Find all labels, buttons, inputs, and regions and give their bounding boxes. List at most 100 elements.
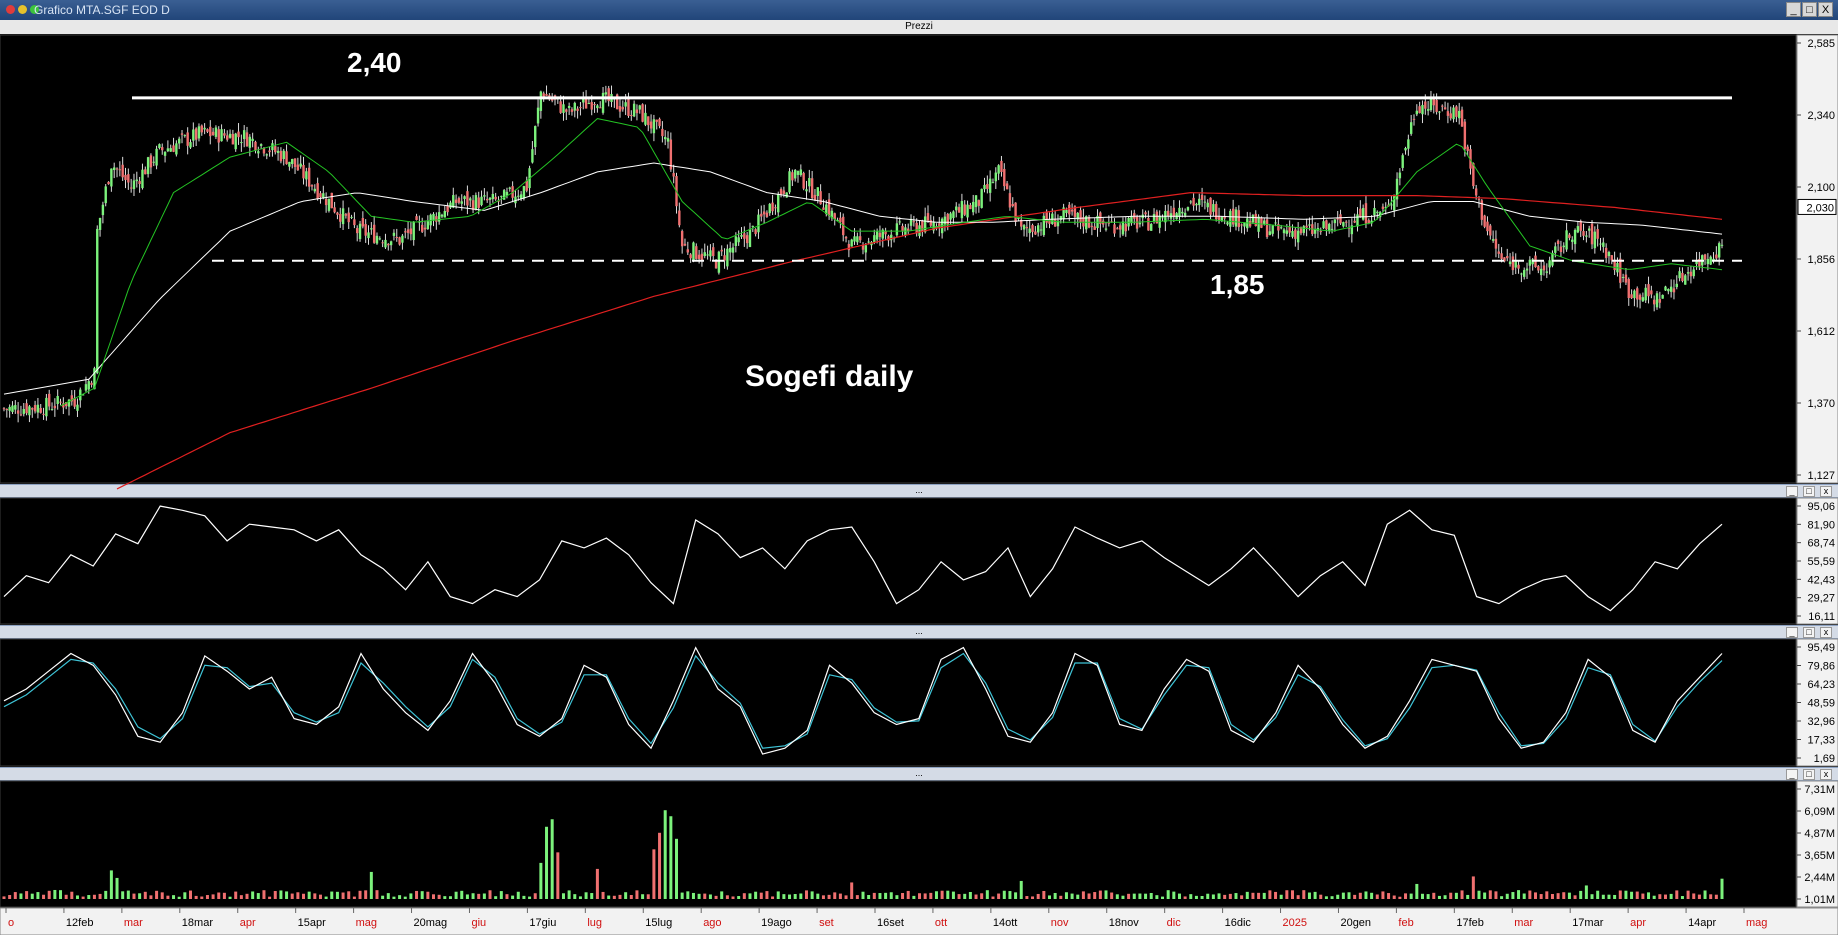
rsi-y-tick-label: 29,27 (1807, 593, 1835, 605)
volume-bar (1720, 878, 1724, 899)
candle-body (406, 229, 410, 233)
candle-body (53, 405, 57, 409)
volume-bar (1669, 893, 1673, 899)
volume-bar (878, 893, 882, 899)
candle-body (813, 194, 817, 201)
candle-body (878, 232, 882, 237)
volume-bar (1663, 894, 1667, 899)
candle-body (1116, 228, 1119, 230)
volume-bar (386, 893, 390, 899)
volume-bar (618, 894, 622, 899)
candle-body (799, 169, 803, 176)
candle-body (1220, 217, 1224, 221)
candle-body (1559, 246, 1563, 253)
candle-body (268, 150, 271, 153)
candle-body (1429, 98, 1433, 111)
volume-bar (465, 894, 469, 899)
volume-bar (1460, 890, 1464, 899)
candle-body (898, 221, 901, 223)
candle-body (1150, 223, 1153, 231)
candle-body (31, 408, 34, 410)
candle-body (700, 253, 704, 260)
stock-chart[interactable]: 2,585 2,340 2,100 1,856 1,612 1,370 1,127 95,06… (0, 0, 1838, 935)
candle-body (590, 102, 593, 110)
x-tick-label: 16dic (1225, 917, 1252, 929)
volume-bar (149, 895, 153, 899)
volume-bar (1567, 892, 1571, 899)
candle-body (1234, 209, 1238, 227)
candle-body (743, 233, 746, 239)
volume-bar (641, 894, 645, 899)
candle-body (1215, 204, 1218, 220)
candle-body (805, 189, 808, 192)
candle-body (745, 235, 749, 244)
candle-body (262, 148, 266, 154)
candle-body (1328, 223, 1331, 231)
volume-bar (1652, 895, 1656, 899)
volume-bar (545, 826, 549, 899)
volume-bar (1070, 893, 1074, 899)
volume-bar (1081, 891, 1085, 899)
volume-bar (675, 838, 679, 899)
candle-body (1517, 264, 1520, 269)
volume-bar (1426, 894, 1430, 899)
candle-body (1325, 220, 1328, 230)
volume-bar (448, 896, 452, 899)
volume-bar (121, 891, 125, 899)
candle-body (211, 131, 215, 136)
volume-bar (607, 895, 611, 899)
volume-bar (437, 894, 441, 899)
volume-bar (918, 893, 922, 899)
volume-bar (1076, 894, 1080, 899)
volume-bar (1601, 894, 1605, 899)
candle-body (59, 401, 62, 403)
volume-bar (742, 893, 746, 899)
volume-bar (804, 890, 808, 899)
candle-body (1296, 230, 1300, 243)
volume-bar (30, 893, 34, 899)
candle-body (536, 107, 540, 124)
candle-body (683, 243, 687, 246)
last-price-label: 2,030 (1806, 202, 1834, 214)
candle-body (1229, 210, 1232, 227)
candle-body (525, 180, 528, 191)
candle-body (734, 236, 738, 246)
candle-body (423, 227, 427, 230)
candle-body (1675, 283, 1678, 288)
volume-bar (1110, 892, 1114, 899)
stoch-y-tick-label: 1,69 (1814, 753, 1835, 765)
candle-body (483, 195, 486, 197)
volume-bar (228, 896, 232, 899)
candle-body (587, 102, 591, 104)
candle-body (1579, 220, 1582, 231)
candle-body (1426, 109, 1430, 111)
candle-body (1474, 188, 1478, 196)
candle-body (1192, 197, 1195, 206)
volume-bar (1483, 892, 1487, 899)
candle-body (310, 185, 314, 187)
candle-body (901, 225, 904, 231)
candle-body (1562, 245, 1565, 248)
candle-body (200, 125, 203, 133)
x-tick-label: lug (587, 917, 602, 929)
candle-body (5, 409, 9, 411)
candle-body (48, 393, 51, 407)
volume-bar (109, 870, 113, 899)
candle-body (392, 232, 396, 236)
candle-body (762, 211, 766, 215)
candle-body (113, 167, 116, 171)
volume-bar (1172, 891, 1176, 899)
volume-bar (872, 892, 876, 899)
candle-body (788, 171, 791, 193)
volume-bar (528, 896, 532, 899)
candle-body (1602, 242, 1605, 247)
candle-body (1548, 260, 1551, 268)
candle-body (850, 239, 853, 247)
volume-bar (1036, 893, 1040, 899)
volume-bar (92, 894, 96, 899)
candle-body (1460, 109, 1464, 127)
candle-body (242, 130, 246, 140)
candle-body (135, 179, 139, 182)
candle-body (104, 186, 107, 204)
candle-body (1226, 222, 1229, 225)
